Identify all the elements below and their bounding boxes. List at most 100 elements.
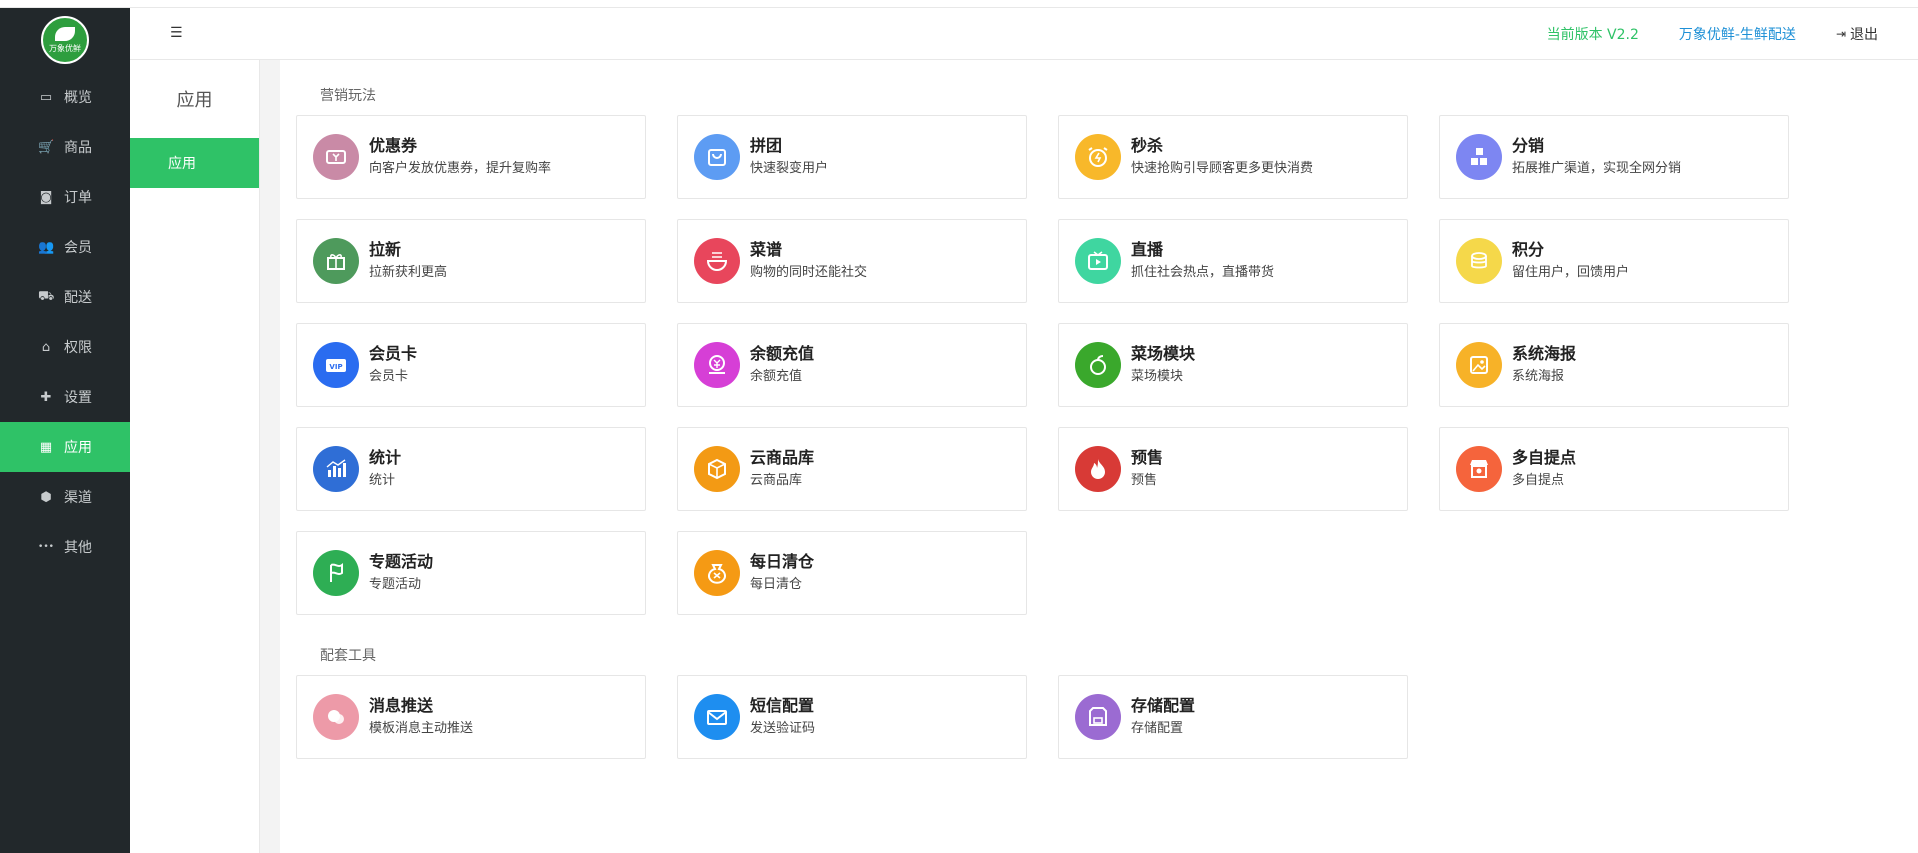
app-card[interactable]: 拉新 拉新获利更高 bbox=[296, 219, 646, 303]
app-card-title: 菜谱 bbox=[750, 240, 783, 259]
app-card-title: 菜场模块 bbox=[1131, 344, 1196, 363]
app-card-desc: 向客户发放优惠券，提升复购率 bbox=[369, 161, 552, 176]
subnav-item-apps[interactable]: 应用 bbox=[130, 138, 259, 188]
logo-text: 万象优鲜 bbox=[49, 43, 81, 53]
app-card-texts: 余额充值 余额充值 bbox=[750, 343, 814, 387]
app-card-desc: 快速抢购引导顾客更多更快消费 bbox=[1131, 161, 1314, 176]
app-card-desc: 拓展推广渠道，实现全网分销 bbox=[1512, 161, 1682, 176]
coins-icon bbox=[1456, 238, 1502, 284]
app-card[interactable]: 统计 统计 bbox=[296, 427, 646, 511]
sidebar-item-label: 其他 bbox=[64, 540, 92, 556]
more-icon: ••• bbox=[38, 542, 54, 552]
flag-icon bbox=[313, 550, 359, 596]
app-card-texts: 统计 统计 bbox=[369, 447, 401, 491]
app-card[interactable]: 短信配置 发送验证码 bbox=[677, 675, 1027, 759]
app-card[interactable]: 消息推送 模板消息主动推送 bbox=[296, 675, 646, 759]
app-card[interactable]: 直播 抓住社会热点，直播带货 bbox=[1058, 219, 1408, 303]
app-card[interactable]: 拼团 快速裂变用户 bbox=[677, 115, 1027, 199]
sidebar-item-4[interactable]: ⛟ 配送 bbox=[0, 272, 130, 322]
app-card[interactable]: 每日清仓 每日清仓 bbox=[677, 531, 1027, 615]
bag-icon bbox=[694, 134, 740, 180]
app-card-texts: 秒杀 快速抢购引导顾客更多更快消费 bbox=[1131, 135, 1313, 179]
logout-button[interactable]: ⇥ 退出 bbox=[1836, 24, 1878, 44]
app-card[interactable]: 专题活动 专题活动 bbox=[296, 531, 646, 615]
app-card[interactable]: 菜谱 购物的同时还能社交 bbox=[677, 219, 1027, 303]
market-icon bbox=[1075, 342, 1121, 388]
vip-icon: VIP bbox=[313, 342, 359, 388]
app-icon: ▦ bbox=[39, 439, 53, 455]
app-card[interactable]: 预售 预售 bbox=[1058, 427, 1408, 511]
sidebar-item-label: 配送 bbox=[64, 290, 92, 306]
truck-icon: ⛟ bbox=[38, 288, 55, 304]
sidebar-item-0[interactable]: ▭ 概览 bbox=[0, 72, 130, 122]
app-card[interactable]: 秒杀 快速抢购引导顾客更多更快消费 bbox=[1058, 115, 1408, 199]
sidebar-item-2[interactable]: ◙ 订单 bbox=[0, 172, 130, 222]
sidebar-item-3[interactable]: 👥 会员 bbox=[0, 222, 130, 272]
app-card-desc: 多自提点 bbox=[1512, 473, 1565, 488]
app-card[interactable]: 存储配置 存储配置 bbox=[1058, 675, 1408, 759]
app-card-title: 拼团 bbox=[750, 136, 783, 155]
app-card-title: 分销 bbox=[1512, 136, 1545, 155]
blocks-icon bbox=[1456, 134, 1502, 180]
sidebar-item-8[interactable]: ⬢ 渠道 bbox=[0, 472, 130, 522]
sidebar-item-9[interactable]: ••• 其他 bbox=[0, 522, 130, 572]
app-card-title: 预售 bbox=[1131, 448, 1164, 467]
bank-icon: ⌂ bbox=[41, 339, 51, 355]
puzzle-icon: ✚ bbox=[40, 389, 52, 405]
topbar: ☰ 当前版本 V2.2 万象优鲜-生鲜配送 ⇥ 退出 bbox=[130, 8, 1918, 60]
app-card-title: 短信配置 bbox=[750, 696, 815, 715]
stats-icon bbox=[313, 446, 359, 492]
app-card-texts: 存储配置 存储配置 bbox=[1131, 695, 1195, 739]
app-card-desc: 留住用户，回馈用户 bbox=[1512, 265, 1630, 280]
shop-link[interactable]: 万象优鲜-生鲜配送 bbox=[1679, 24, 1796, 44]
app-card-desc: 抓住社会热点，直播带货 bbox=[1131, 265, 1275, 280]
leaf-icon bbox=[55, 26, 75, 41]
gift-icon bbox=[313, 238, 359, 284]
sidebar: 万象优鲜 ▭ 概览 🛒 商品 ◙ 订单 👥 会员 ⛟ 配送 ⌂ 权限 ✚ 设置 ▦ 应用 ⬢ 渠道 ••• 其他 bbox=[0, 8, 130, 853]
app-card-texts: 短信配置 发送验证码 bbox=[750, 695, 815, 739]
sidebar-item-label: 渠道 bbox=[64, 490, 92, 506]
app-card[interactable]: 菜场模块 菜场模块 bbox=[1058, 323, 1408, 407]
app-card[interactable]: 余额充值 余额充值 bbox=[677, 323, 1027, 407]
sidebar-item-7[interactable]: ▦ 应用 bbox=[0, 422, 130, 472]
app-card[interactable]: 积分 留住用户，回馈用户 bbox=[1439, 219, 1789, 303]
sidebar-item-label: 商品 bbox=[64, 140, 92, 156]
app-card-texts: 积分 留住用户，回馈用户 bbox=[1512, 239, 1629, 283]
logo[interactable]: 万象优鲜 bbox=[0, 8, 130, 72]
app-card-desc: 专题活动 bbox=[369, 577, 422, 592]
sidebar-item-5[interactable]: ⌂ 权限 bbox=[0, 322, 130, 372]
app-card-title: 每日清仓 bbox=[750, 552, 815, 571]
app-card[interactable]: VIP 会员卡 会员卡 bbox=[296, 323, 646, 407]
moneybag-icon bbox=[694, 550, 740, 596]
mail-icon bbox=[694, 694, 740, 740]
app-card[interactable]: 系统海报 系统海报 bbox=[1439, 323, 1789, 407]
sidebar-item-1[interactable]: 🛒 商品 bbox=[0, 122, 130, 172]
app-card-desc: 每日清仓 bbox=[750, 577, 803, 592]
bowl-icon bbox=[694, 238, 740, 284]
app-card[interactable]: 优惠券向客户发放优惠券，提升复购率 bbox=[296, 115, 646, 199]
app-card-title: 优惠券 bbox=[369, 136, 418, 155]
sidebar-item-label: 会员 bbox=[64, 240, 92, 256]
app-card-title: 拉新 bbox=[369, 240, 402, 259]
poster-icon bbox=[1456, 342, 1502, 388]
cart-icon: 🛒 bbox=[38, 139, 55, 155]
app-card-title: 专题活动 bbox=[369, 552, 434, 571]
app-card-title: 消息推送 bbox=[369, 696, 434, 715]
app-card[interactable]: 分销拓展推广渠道，实现全网分销 bbox=[1439, 115, 1789, 199]
app-card-desc: 云商品库 bbox=[750, 473, 803, 488]
app-card[interactable]: 云商品库 云商品库 bbox=[677, 427, 1027, 511]
main-content: 营销玩法 配套工具 优惠券 向客户发放优惠券，提升复购率 拼团 快速裂变用户 秒杀 快速抢… bbox=[280, 60, 1918, 853]
app-card[interactable]: 多自提点 多自提点 bbox=[1439, 427, 1789, 511]
sidebar-item-6[interactable]: ✚ 设置 bbox=[0, 372, 130, 422]
app-card-desc: 预售 bbox=[1131, 473, 1158, 488]
app-card-title: 会员卡 bbox=[369, 344, 418, 363]
app-card-desc: 系统海报 bbox=[1512, 369, 1565, 384]
alarm-icon bbox=[1075, 134, 1121, 180]
browser-bookmark-strip bbox=[0, 0, 1918, 8]
menu-toggle-icon[interactable]: ☰ bbox=[170, 24, 184, 42]
app-card-desc: 统计 bbox=[369, 473, 396, 488]
app-card-title: 余额充值 bbox=[750, 344, 815, 363]
sidebar-item-label: 订单 bbox=[64, 190, 92, 206]
app-card-title: 系统海报 bbox=[1512, 344, 1577, 363]
app-card-desc: 快速裂变用户 bbox=[750, 161, 829, 176]
